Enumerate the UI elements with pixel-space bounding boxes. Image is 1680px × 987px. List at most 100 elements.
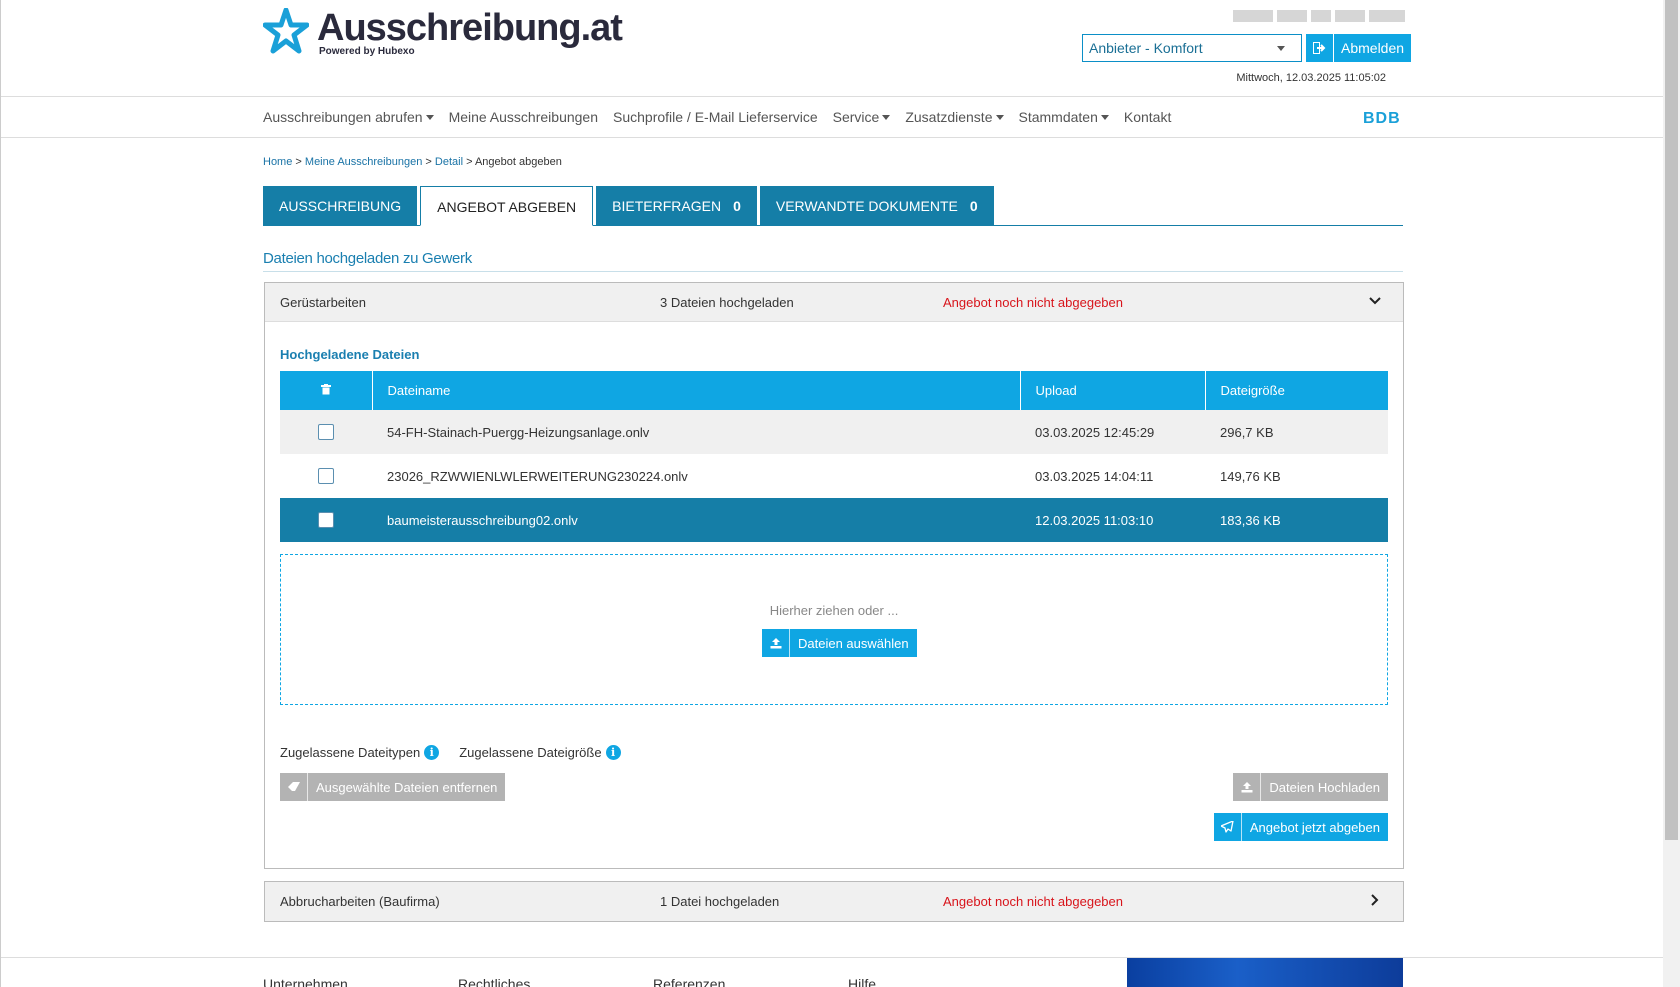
table-row[interactable]: 54-FH-Stainach-Puergg-Heizungsanlage.onl… — [280, 410, 1388, 454]
gewerk-panel-header[interactable]: Gerüstarbeiten 3 Dateien hochgeladen Ang… — [265, 283, 1403, 322]
breadcrumb: Home > Meine Ausschreibungen > Detail > … — [263, 156, 562, 168]
file-upload-date: 12.03.2025 11:03:10 — [1020, 498, 1205, 542]
delete-column-header — [280, 371, 372, 410]
nav-item-stammdaten[interactable]: Stammdaten — [1019, 109, 1109, 125]
chevron-right-icon[interactable] — [1369, 894, 1381, 906]
footer-heading-referenzen: Referenzen — [653, 976, 726, 987]
file-upload-date: 03.03.2025 14:04:11 — [1035, 468, 1154, 484]
breadcrumb-current: Angebot abgeben — [474, 156, 562, 168]
detail-tabs: AUSSCHREIBUNG ANGEBOT ABGEBEN BIETERFRAG… — [263, 186, 1403, 226]
eraser-icon — [280, 773, 308, 801]
nav-item-kontakt[interactable]: Kontakt — [1124, 109, 1171, 125]
chevron-down-icon[interactable] — [1369, 295, 1381, 307]
row-checkbox[interactable] — [318, 512, 334, 529]
caret-down-icon — [1100, 114, 1109, 120]
caret-down-icon — [425, 114, 434, 120]
file-name: 23026_RZWWIENLWLERWEITERUNG230224.onlv — [387, 468, 688, 484]
uploaded-files-title: Hochgeladene Dateien — [280, 347, 420, 362]
tab-count-badge: 0 — [733, 198, 741, 214]
paper-plane-icon — [1214, 813, 1242, 841]
star-logo-icon — [263, 8, 309, 54]
gewerk-name: Gerüstarbeiten — [280, 295, 366, 310]
footer-divider — [1, 957, 1664, 958]
nav-item-meine-ausschreibungen[interactable]: Meine Ausschreibungen — [449, 109, 598, 125]
gewerk-panel-geruestarbeiten: Gerüstarbeiten 3 Dateien hochgeladen Ang… — [264, 282, 1404, 869]
sign-out-icon — [1306, 34, 1334, 62]
breadcrumb-home[interactable]: Home — [263, 156, 292, 168]
footer-heading-rechtliches: Rechtliches — [458, 976, 531, 987]
file-upload-date: 03.03.2025 12:45:29 — [1020, 410, 1205, 454]
page-scrollbar[interactable] — [1663, 0, 1680, 987]
column-header-upload[interactable]: Upload — [1019, 371, 1205, 410]
gewerk-name: Abbrucharbeiten (Baufirma) — [280, 894, 440, 909]
nav-item-ausschreibungen-abrufen[interactable]: Ausschreibungen abrufen — [263, 109, 434, 125]
dropzone-hint: Hierher ziehen oder ... — [769, 603, 899, 618]
nav-item-suchprofile[interactable]: Suchprofile / E-Mail Lieferservice — [613, 109, 818, 125]
info-icon[interactable]: i — [424, 745, 440, 760]
allowed-types-label: Zugelassene Dateitypen — [280, 745, 421, 760]
gewerk-panel-abbrucharbeiten: Abbrucharbeiten (Baufirma) 1 Datei hochg… — [264, 881, 1404, 922]
caret-down-icon — [882, 114, 891, 120]
upload-files-button[interactable]: Dateien Hochladen — [1233, 773, 1388, 801]
role-select-value: Anbieter - Komfort — [1089, 40, 1203, 56]
current-datetime: Mittwoch, 12.03.2025 11:05:02 — [1236, 72, 1386, 84]
caret-down-icon — [995, 114, 1004, 120]
gewerk-status: Angebot noch nicht abgegeben — [943, 295, 1123, 310]
file-size: 149,76 KB — [1220, 468, 1281, 484]
breadcrumb-meine-ausschreibungen[interactable]: Meine Ausschreibungen — [305, 156, 422, 168]
logout-button[interactable]: Abmelden — [1306, 34, 1412, 62]
tab-angebot-abgeben[interactable]: ANGEBOT ABGEBEN — [420, 186, 594, 226]
file-name: baumeisterausschreibung02.onlv — [372, 498, 1020, 542]
submit-offer-button[interactable]: Angebot jetzt abgeben — [1213, 813, 1388, 841]
gewerk-panel-header[interactable]: Abbrucharbeiten (Baufirma) 1 Datei hochg… — [265, 882, 1403, 921]
tab-bieterfragen[interactable]: BIETERFRAGEN 0 — [596, 186, 757, 225]
breadcrumb-detail[interactable]: Detail — [435, 156, 463, 168]
submit-offer-label: Angebot jetzt abgeben — [1249, 820, 1380, 835]
table-row[interactable]: 23026_RZWWIENLWLERWEITERUNG230224.onlv 0… — [280, 454, 1388, 498]
choose-files-button[interactable]: Dateien auswählen — [762, 629, 917, 657]
file-dropzone[interactable]: Hierher ziehen oder ... Dateien auswähle… — [280, 554, 1388, 705]
nav-item-zusatzdienste[interactable]: Zusatzdienste — [905, 109, 1004, 125]
nav-item-service[interactable]: Service — [833, 109, 891, 125]
gewerk-files-count: 3 Dateien hochgeladen — [660, 295, 794, 310]
main-navbar: Ausschreibungen abrufen Meine Ausschreib… — [1, 96, 1664, 138]
site-logo[interactable]: Ausschreibung.at Powered by Hubexo — [263, 7, 623, 58]
tab-verwandte-dokumente[interactable]: VERWANDTE DOKUMENTE 0 — [759, 186, 994, 225]
trash-icon — [320, 384, 331, 395]
brand-name: Ausschreibung.at — [317, 7, 623, 49]
gewerk-files-count: 1 Datei hochgeladen — [660, 894, 780, 909]
tab-count-badge: 0 — [969, 198, 978, 214]
table-row[interactable]: baumeisterausschreibung02.onlv 12.03.202… — [280, 498, 1388, 542]
footer-heading-unternehmen: Unternehmen — [263, 976, 348, 987]
bdb-logo[interactable]: BDB — [1363, 110, 1401, 128]
info-icon[interactable]: i — [605, 745, 621, 760]
footer-heading-hilfe: Hilfe — [848, 976, 877, 987]
upload-files-label: Dateien Hochladen — [1269, 780, 1380, 795]
gewerk-status: Angebot noch nicht abgegeben — [943, 894, 1123, 909]
row-checkbox[interactable] — [318, 424, 334, 441]
page: Ausschreibung.at Powered by Hubexo Anbie… — [0, 0, 1664, 987]
tab-ausschreibung[interactable]: AUSSCHREIBUNG — [263, 186, 418, 225]
file-size: 296,7 KB — [1205, 410, 1388, 454]
column-header-size[interactable]: Dateigröße — [1204, 371, 1388, 410]
allowed-size-label: Zugelassene Dateigröße — [459, 745, 602, 760]
role-select[interactable]: Anbieter - Komfort — [1082, 34, 1302, 62]
file-name: 54-FH-Stainach-Puergg-Heizungsanlage.onl… — [372, 410, 1020, 454]
logout-label: Abmelden — [1341, 40, 1405, 56]
main-nav: Ausschreibungen abrufen Meine Ausschreib… — [263, 109, 1186, 125]
remove-selected-files-button[interactable]: Ausgewählte Dateien entfernen — [280, 773, 506, 801]
remove-selected-label: Ausgewählte Dateien entfernen — [316, 780, 498, 795]
upload-limits: Zugelassene Dateitypen i Zugelassene Date… — [280, 745, 641, 760]
upload-icon — [1233, 773, 1262, 801]
row-checkbox[interactable] — [318, 468, 334, 485]
user-name-redacted — [1233, 10, 1407, 22]
file-size: 183,36 KB — [1205, 498, 1388, 542]
section-title: Dateien hochgeladen zu Gewerk — [263, 250, 1403, 272]
chevron-down-icon — [1277, 45, 1285, 51]
choose-files-label: Dateien auswählen — [798, 636, 909, 651]
upload-icon — [762, 629, 790, 657]
scrollbar-thumb[interactable] — [1665, 0, 1678, 840]
column-header-filename[interactable]: Dateiname — [371, 371, 1020, 410]
footer-banner-image — [1127, 958, 1403, 987]
uploaded-files-table: Dateiname Upload Dateigröße 54-FH-Staina… — [280, 371, 1388, 542]
